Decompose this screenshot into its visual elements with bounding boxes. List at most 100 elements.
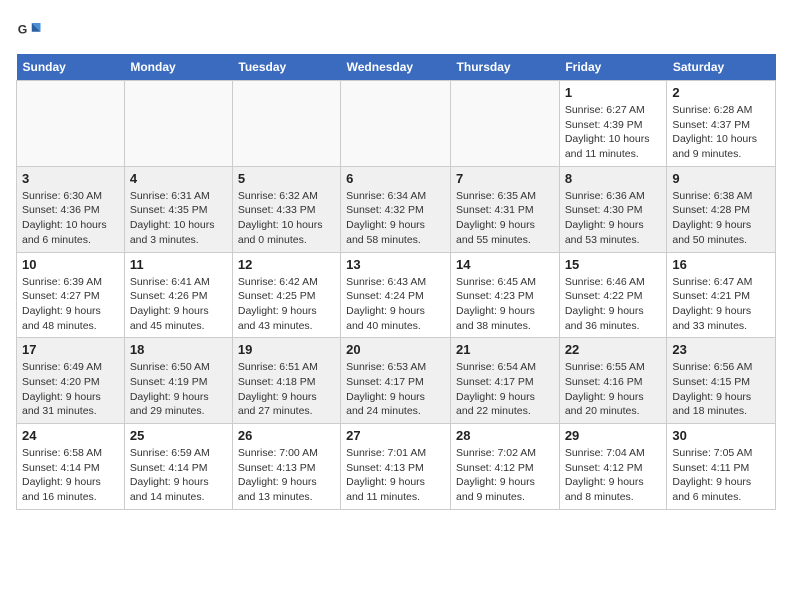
calendar-cell — [341, 81, 451, 167]
week-row-1: 1 Sunrise: 6:27 AM Sunset: 4:39 PM Daylig… — [17, 81, 776, 167]
day-number: 22 — [565, 342, 662, 357]
day-info: Sunrise: 6:53 AM Sunset: 4:17 PM Dayligh… — [346, 360, 445, 419]
day-info: Sunrise: 6:43 AM Sunset: 4:24 PM Dayligh… — [346, 275, 445, 334]
day-number: 29 — [565, 428, 662, 443]
calendar-cell: 23Sunrise: 6:56 AM Sunset: 4:15 PM Dayli… — [667, 338, 776, 424]
week-row-5: 24Sunrise: 6:58 AM Sunset: 4:14 PM Dayli… — [17, 424, 776, 510]
week-row-4: 17 Sunrise: 6:49 AM Sunset: 4:20 PM Dayli… — [17, 338, 776, 424]
week-row-3: 10Sunrise: 6:39 AM Sunset: 4:27 PM Dayli… — [17, 252, 776, 338]
calendar-cell: 9 Sunrise: 6:38 AM Sunset: 4:28 PM Daylig… — [667, 166, 776, 252]
day-number: 23 — [672, 342, 770, 357]
day-number: 4 — [130, 171, 227, 186]
col-header-friday: Friday — [559, 54, 667, 81]
calendar-cell — [451, 81, 560, 167]
day-number: 26 — [238, 428, 335, 443]
calendar-cell: 8 Sunrise: 6:36 AM Sunset: 4:30 PM Daylig… — [559, 166, 667, 252]
day-number: 14 — [456, 257, 554, 272]
day-number: 25 — [130, 428, 227, 443]
day-info: Sunrise: 7:05 AM Sunset: 4:11 PM Dayligh… — [672, 446, 770, 505]
logo-icon: G — [16, 16, 44, 44]
header: G — [16, 16, 776, 44]
calendar-cell: 3Sunrise: 6:30 AM Sunset: 4:36 PM Daylig… — [17, 166, 125, 252]
calendar-cell: 13 Sunrise: 6:43 AM Sunset: 4:24 PM Dayli… — [341, 252, 451, 338]
col-header-tuesday: Tuesday — [232, 54, 340, 81]
day-number: 9 — [672, 171, 770, 186]
day-number: 12 — [238, 257, 335, 272]
day-info: Sunrise: 7:02 AM Sunset: 4:12 PM Dayligh… — [456, 446, 554, 505]
day-number: 28 — [456, 428, 554, 443]
day-number: 13 — [346, 257, 445, 272]
calendar-cell: 12 Sunrise: 6:42 AM Sunset: 4:25 PM Dayli… — [232, 252, 340, 338]
day-info: Sunrise: 6:59 AM Sunset: 4:14 PM Dayligh… — [130, 446, 227, 505]
day-info: Sunrise: 6:55 AM Sunset: 4:16 PM Dayligh… — [565, 360, 662, 419]
calendar-cell: 18 Sunrise: 6:50 AM Sunset: 4:19 PM Dayli… — [124, 338, 232, 424]
day-info: Sunrise: 6:49 AM Sunset: 4:20 PM Dayligh… — [22, 360, 119, 419]
day-info: Sunrise: 6:27 AM Sunset: 4:39 PM Dayligh… — [565, 103, 662, 162]
calendar-cell: 20Sunrise: 6:53 AM Sunset: 4:17 PM Dayli… — [341, 338, 451, 424]
day-info: Sunrise: 6:34 AM Sunset: 4:32 PM Dayligh… — [346, 189, 445, 248]
day-number: 8 — [565, 171, 662, 186]
calendar-cell: 16Sunrise: 6:47 AM Sunset: 4:21 PM Dayli… — [667, 252, 776, 338]
day-info: Sunrise: 6:54 AM Sunset: 4:17 PM Dayligh… — [456, 360, 554, 419]
calendar-cell: 22 Sunrise: 6:55 AM Sunset: 4:16 PM Dayli… — [559, 338, 667, 424]
day-info: Sunrise: 7:00 AM Sunset: 4:13 PM Dayligh… — [238, 446, 335, 505]
day-info: Sunrise: 6:35 AM Sunset: 4:31 PM Dayligh… — [456, 189, 554, 248]
calendar-cell: 30 Sunrise: 7:05 AM Sunset: 4:11 PM Dayli… — [667, 424, 776, 510]
day-number: 7 — [456, 171, 554, 186]
day-number: 21 — [456, 342, 554, 357]
day-info: Sunrise: 6:32 AM Sunset: 4:33 PM Dayligh… — [238, 189, 335, 248]
day-number: 2 — [672, 85, 770, 100]
calendar-cell: 19 Sunrise: 6:51 AM Sunset: 4:18 PM Dayli… — [232, 338, 340, 424]
calendar-cell: 10Sunrise: 6:39 AM Sunset: 4:27 PM Dayli… — [17, 252, 125, 338]
calendar-cell: 26 Sunrise: 7:00 AM Sunset: 4:13 PM Dayli… — [232, 424, 340, 510]
day-number: 17 — [22, 342, 119, 357]
col-header-thursday: Thursday — [451, 54, 560, 81]
day-info: Sunrise: 6:36 AM Sunset: 4:30 PM Dayligh… — [565, 189, 662, 248]
day-info: Sunrise: 6:51 AM Sunset: 4:18 PM Dayligh… — [238, 360, 335, 419]
calendar-cell: 14 Sunrise: 6:45 AM Sunset: 4:23 PM Dayli… — [451, 252, 560, 338]
day-info: Sunrise: 6:39 AM Sunset: 4:27 PM Dayligh… — [22, 275, 119, 334]
calendar-cell: 1 Sunrise: 6:27 AM Sunset: 4:39 PM Daylig… — [559, 81, 667, 167]
calendar-cell: 17 Sunrise: 6:49 AM Sunset: 4:20 PM Dayli… — [17, 338, 125, 424]
day-info: Sunrise: 6:50 AM Sunset: 4:19 PM Dayligh… — [130, 360, 227, 419]
calendar-cell: 7 Sunrise: 6:35 AM Sunset: 4:31 PM Daylig… — [451, 166, 560, 252]
day-info: Sunrise: 6:45 AM Sunset: 4:23 PM Dayligh… — [456, 275, 554, 334]
day-info: Sunrise: 7:04 AM Sunset: 4:12 PM Dayligh… — [565, 446, 662, 505]
day-number: 30 — [672, 428, 770, 443]
day-number: 27 — [346, 428, 445, 443]
day-info: Sunrise: 7:01 AM Sunset: 4:13 PM Dayligh… — [346, 446, 445, 505]
logo: G — [16, 16, 48, 44]
day-number: 15 — [565, 257, 662, 272]
calendar-cell: 4 Sunrise: 6:31 AM Sunset: 4:35 PM Daylig… — [124, 166, 232, 252]
day-info: Sunrise: 6:30 AM Sunset: 4:36 PM Dayligh… — [22, 189, 119, 248]
day-info: Sunrise: 6:28 AM Sunset: 4:37 PM Dayligh… — [672, 103, 770, 162]
day-number: 11 — [130, 257, 227, 272]
day-info: Sunrise: 6:31 AM Sunset: 4:35 PM Dayligh… — [130, 189, 227, 248]
col-header-wednesday: Wednesday — [341, 54, 451, 81]
day-info: Sunrise: 6:58 AM Sunset: 4:14 PM Dayligh… — [22, 446, 119, 505]
calendar-cell: 5 Sunrise: 6:32 AM Sunset: 4:33 PM Daylig… — [232, 166, 340, 252]
day-info: Sunrise: 6:41 AM Sunset: 4:26 PM Dayligh… — [130, 275, 227, 334]
col-header-sunday: Sunday — [17, 54, 125, 81]
calendar-cell: 2 Sunrise: 6:28 AM Sunset: 4:37 PM Daylig… — [667, 81, 776, 167]
calendar-cell: 24Sunrise: 6:58 AM Sunset: 4:14 PM Dayli… — [17, 424, 125, 510]
day-number: 19 — [238, 342, 335, 357]
calendar-cell: 11 Sunrise: 6:41 AM Sunset: 4:26 PM Dayli… — [124, 252, 232, 338]
col-header-saturday: Saturday — [667, 54, 776, 81]
day-info: Sunrise: 6:38 AM Sunset: 4:28 PM Dayligh… — [672, 189, 770, 248]
day-number: 18 — [130, 342, 227, 357]
calendar-cell: 28 Sunrise: 7:02 AM Sunset: 4:12 PM Dayli… — [451, 424, 560, 510]
svg-text:G: G — [18, 23, 28, 37]
calendar-cell: 29 Sunrise: 7:04 AM Sunset: 4:12 PM Dayli… — [559, 424, 667, 510]
calendar-cell: 27 Sunrise: 7:01 AM Sunset: 4:13 PM Dayli… — [341, 424, 451, 510]
day-info: Sunrise: 6:42 AM Sunset: 4:25 PM Dayligh… — [238, 275, 335, 334]
day-number: 5 — [238, 171, 335, 186]
day-number: 16 — [672, 257, 770, 272]
calendar-cell — [17, 81, 125, 167]
calendar-cell — [232, 81, 340, 167]
calendar-cell: 15Sunrise: 6:46 AM Sunset: 4:22 PM Dayli… — [559, 252, 667, 338]
calendar-cell: 21 Sunrise: 6:54 AM Sunset: 4:17 PM Dayli… — [451, 338, 560, 424]
col-header-monday: Monday — [124, 54, 232, 81]
day-number: 1 — [565, 85, 662, 100]
calendar-header-row: SundayMondayTuesdayWednesdayThursdayFrid… — [17, 54, 776, 81]
